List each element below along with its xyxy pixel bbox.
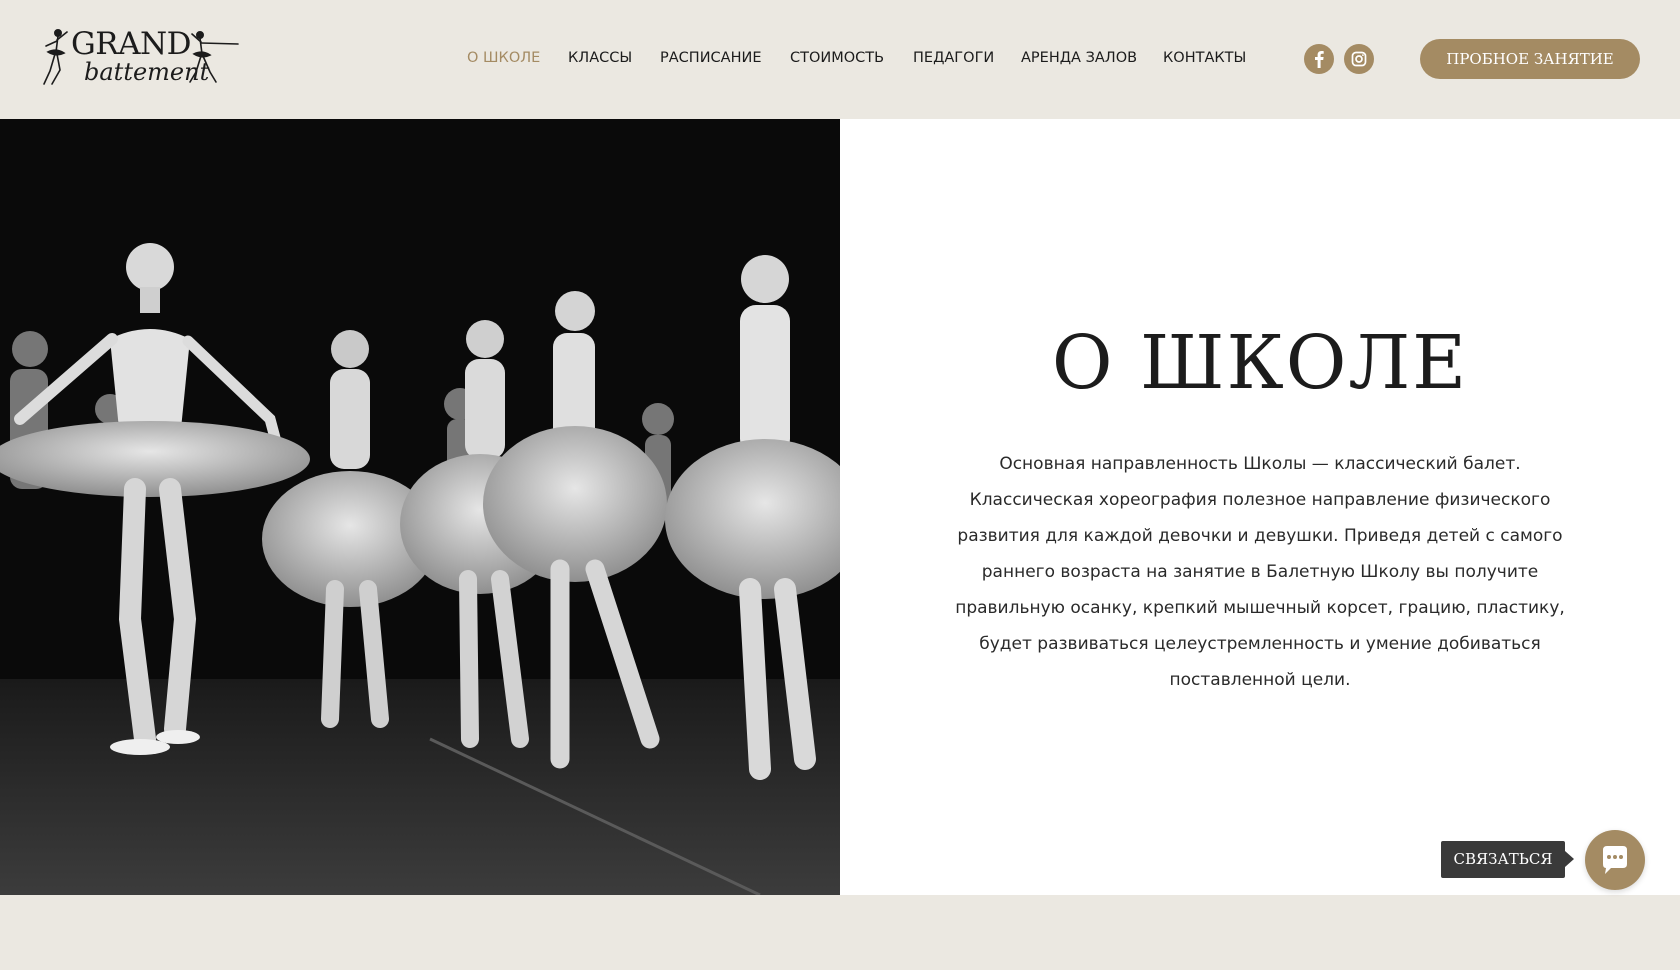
nav-item-teachers[interactable]: ПЕДАГОГИ: [913, 50, 994, 66]
about-panel: О ШКОЛЕ Основная направленность Школы — …: [840, 119, 1680, 895]
ballerina-right-icon: [189, 31, 239, 83]
logo-wordmark-grand: GRAND: [71, 26, 191, 62]
chat-bubble-icon: [1603, 846, 1627, 874]
site-header: GRAND battement О ШКОЛЕ КЛАССЫ РАСПИСАНИ…: [0, 0, 1680, 119]
instagram-link[interactable]: [1344, 44, 1374, 74]
instagram-icon: [1351, 51, 1367, 67]
nav-item-about[interactable]: О ШКОЛЕ: [467, 50, 540, 66]
nav-item-contacts[interactable]: КОНТАКТЫ: [1163, 50, 1246, 66]
contact-tooltip[interactable]: СВЯЗАТЬСЯ: [1441, 841, 1574, 878]
logo[interactable]: GRAND battement: [38, 24, 244, 90]
about-description: Основная направленность Школы — классиче…: [955, 454, 1565, 690]
nav-item-pricing[interactable]: СТОИМОСТЬ: [790, 50, 884, 66]
page-title: О ШКОЛЕ: [1051, 320, 1469, 406]
nav-item-schedule[interactable]: РАСПИСАНИЕ: [660, 50, 762, 66]
nav-item-classes[interactable]: КЛАССЫ: [568, 50, 632, 66]
trial-lesson-button[interactable]: ПРОБНОЕ ЗАНЯТИЕ: [1420, 39, 1640, 79]
hero-photo: [0, 119, 840, 895]
nav-item-hall-rental[interactable]: АРЕНДА ЗАЛОВ: [1021, 50, 1137, 66]
chat-button[interactable]: [1585, 830, 1645, 890]
facebook-link[interactable]: [1304, 44, 1334, 74]
facebook-icon: [1315, 51, 1324, 68]
ballerina-left-icon: [43, 28, 68, 85]
ballet-dancers-image: [0, 119, 840, 895]
